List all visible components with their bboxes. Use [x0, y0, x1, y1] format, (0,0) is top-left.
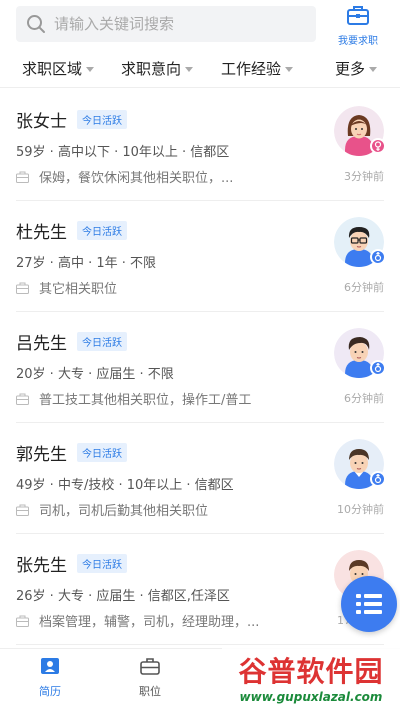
filter-more[interactable]: 更多 [335, 58, 378, 79]
tab-label: 简历 [39, 685, 61, 698]
position-row: 其它相关职位 [16, 278, 117, 297]
search-input[interactable] [54, 15, 294, 33]
briefcase-icon [16, 282, 29, 294]
tab-resume[interactable]: 简历 [20, 657, 80, 699]
filter-label: 求职意向 [121, 60, 182, 78]
active-time: 6分钟前 [344, 392, 384, 405]
active-time: 3分钟前 [344, 170, 384, 183]
male-icon [370, 360, 386, 376]
name-row: 杜先生 今日活跃 [16, 218, 127, 243]
filter-experience[interactable]: 工作经验 [221, 58, 294, 79]
tab-jobs[interactable]: 职位 [120, 657, 180, 699]
name-row: 郭先生 今日活跃 [16, 440, 127, 465]
candidate-meta: 20岁 · 大专 · 应届生 · 不限 [16, 367, 174, 382]
menu-fab-button[interactable] [341, 576, 397, 632]
candidate-card[interactable]: 杜先生 今日活跃 27岁 · 高中 · 1年 · 不限 其它相关职位 6分钟前 [16, 201, 386, 312]
position-row: 司机，司机后勤其他相关职位 [16, 500, 208, 519]
watermark: 谷普软件园 www.gupuxlazal.com [222, 648, 400, 711]
candidate-meta: 27岁 · 高中 · 1年 · 不限 [16, 256, 157, 271]
caret-down-icon [86, 67, 95, 72]
filter-label: 更多 [335, 60, 366, 78]
candidate-positions: 司机，司机后勤其他相关职位 [39, 504, 209, 519]
post-job-label: 我要求职 [338, 36, 378, 47]
active-badge: 今日活跃 [77, 554, 127, 573]
briefcase-icon [16, 504, 29, 516]
caret-down-icon [185, 67, 194, 72]
active-badge: 今日活跃 [77, 221, 127, 240]
male-icon [370, 471, 386, 487]
post-job-button[interactable]: 我要求职 [332, 5, 384, 47]
position-row: 保姆，餐饮休闲其他相关职位，... [16, 167, 233, 186]
position-row: 档案管理，辅警，司机，经理助理，... [16, 611, 259, 630]
candidate-card[interactable]: 吕先生 今日活跃 20岁 · 大专 · 应届生 · 不限 普工技工其他相关职位，… [16, 312, 386, 423]
watermark-url: www.gupuxlazal.com [239, 690, 383, 704]
filter-intention[interactable]: 求职意向 [121, 58, 194, 79]
filter-bar: 求职区域 求职意向 工作经验 更多 [0, 50, 400, 88]
caret-down-icon [369, 67, 378, 72]
filter-label: 工作经验 [221, 60, 282, 78]
active-badge: 今日活跃 [77, 332, 127, 351]
briefcase-icon [347, 6, 369, 25]
name-row: 张先生 今日活跃 [16, 551, 127, 576]
active-time: 6分钟前 [344, 281, 384, 294]
name-row: 张女士 今日活跃 [16, 107, 127, 132]
active-time: 10分钟前 [337, 503, 384, 516]
filter-region[interactable]: 求职区域 [22, 58, 95, 79]
candidate-name: 张女士 [16, 112, 67, 132]
filter-label: 求职区域 [22, 60, 83, 78]
briefcase-icon [16, 615, 29, 627]
male-icon [370, 249, 386, 265]
watermark-title: 谷普软件园 [238, 655, 384, 688]
candidate-name: 杜先生 [16, 223, 67, 243]
female-icon [370, 138, 386, 154]
candidate-list: 张女士 今日活跃 59岁 · 高中以下 · 10年以上 · 信都区 保姆，餐饮休… [0, 90, 400, 645]
briefcase-icon [16, 393, 29, 405]
active-badge: 今日活跃 [77, 443, 127, 462]
caret-down-icon [285, 67, 294, 72]
briefcase-icon [16, 171, 29, 183]
position-row: 普工技工其他相关职位，操作工/普工 [16, 389, 251, 408]
resume-icon [41, 658, 59, 674]
search-box[interactable] [16, 6, 316, 42]
candidate-positions: 普工技工其他相关职位，操作工/普工 [39, 393, 252, 408]
candidate-name: 张先生 [16, 556, 67, 576]
candidate-positions: 档案管理，辅警，司机，经理助理，... [39, 615, 260, 630]
candidate-card[interactable]: 张女士 今日活跃 59岁 · 高中以下 · 10年以上 · 信都区 保姆，餐饮休… [16, 90, 386, 201]
candidate-positions: 其它相关职位 [39, 282, 118, 297]
candidate-meta: 49岁 · 中专/技校 · 10年以上 · 信都区 [16, 478, 234, 493]
search-icon [27, 15, 45, 33]
list-icon [356, 594, 382, 614]
candidate-card[interactable]: 张先生 今日活跃 26岁 · 大专 · 应届生 · 信都区,任泽区 档案管理，辅… [16, 534, 384, 645]
candidate-name: 郭先生 [16, 445, 67, 465]
top-bar: 我要求职 [0, 0, 400, 47]
name-row: 吕先生 今日活跃 [16, 329, 127, 354]
candidate-name: 吕先生 [16, 334, 67, 354]
briefcase-icon [140, 658, 160, 675]
candidate-meta: 59岁 · 高中以下 · 10年以上 · 信都区 [16, 145, 230, 160]
candidate-positions: 保姆，餐饮休闲其他相关职位，... [39, 171, 234, 186]
candidate-meta: 26岁 · 大专 · 应届生 · 信都区,任泽区 [16, 589, 230, 604]
candidate-card[interactable]: 郭先生 今日活跃 49岁 · 中专/技校 · 10年以上 · 信都区 司机，司机… [16, 423, 386, 534]
active-badge: 今日活跃 [77, 110, 127, 129]
tab-label: 职位 [139, 685, 161, 698]
